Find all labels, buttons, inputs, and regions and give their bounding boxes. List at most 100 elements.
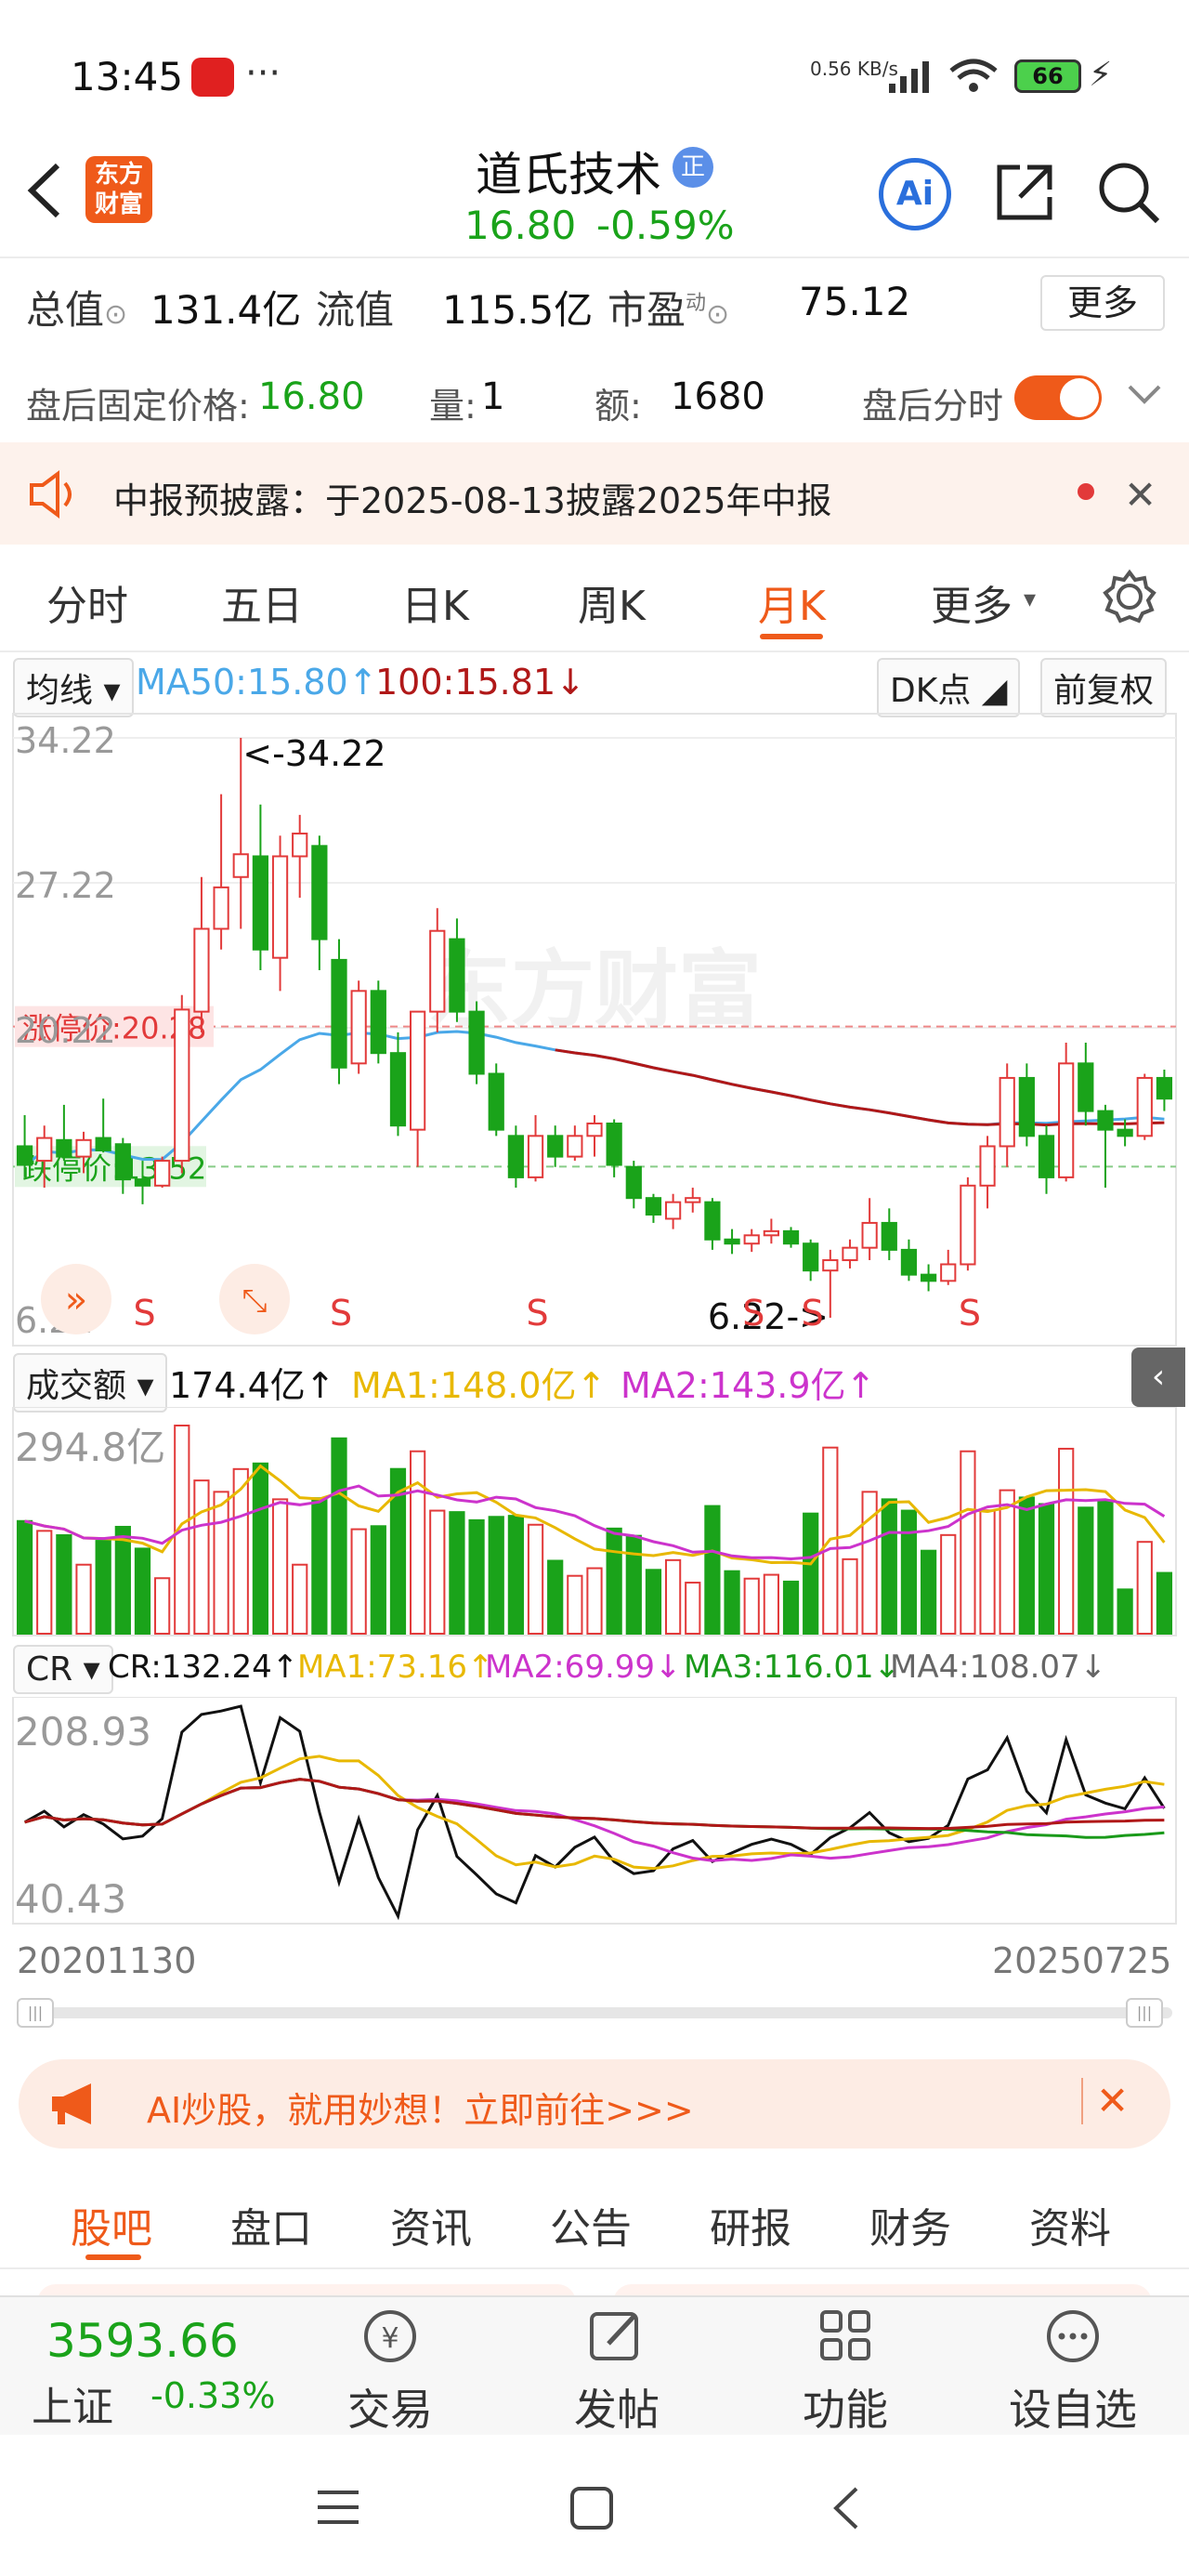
volume-bar-up xyxy=(960,1450,976,1635)
candle-down xyxy=(311,845,328,940)
cr-y-min: 40.43 xyxy=(15,1876,126,1922)
scroll-handle-left[interactable]: ||| xyxy=(17,1998,54,2028)
close-ad-icon[interactable]: ✕ xyxy=(1096,2078,1129,2123)
volume-y-max: 294.8亿 xyxy=(15,1425,165,1470)
info-tab[interactable]: 资料 xyxy=(1029,2195,1111,2254)
kline-chart[interactable]: 东方财富涨停价:20.28跌停价:13.5234.2227.2220.226.2… xyxy=(0,712,1189,1351)
index-value[interactable]: 3593.66 xyxy=(46,2314,239,2368)
period-tab[interactable]: 日K xyxy=(401,572,469,632)
volume-value: 174.4亿↑ xyxy=(169,1365,335,1406)
back-button[interactable] xyxy=(20,158,67,227)
back-nav-icon[interactable] xyxy=(827,2485,864,2535)
candle-up xyxy=(940,1263,957,1282)
float-value: 115.5亿 xyxy=(442,287,594,333)
info-tab[interactable]: 股吧 xyxy=(71,2195,152,2254)
settings-gear-icon[interactable] xyxy=(1102,569,1157,628)
candle-down xyxy=(803,1242,819,1272)
info-tab[interactable]: 公告 xyxy=(550,2195,632,2254)
candle-up xyxy=(586,1122,603,1137)
candle-down xyxy=(56,1138,72,1158)
period-tab[interactable]: 月K xyxy=(758,572,826,632)
period-tab[interactable]: 周K xyxy=(578,572,646,632)
candle-down xyxy=(606,1122,622,1166)
svg-text:¥: ¥ xyxy=(381,2322,399,2355)
volume-bar-down xyxy=(881,1498,897,1635)
pe-label: 市盈动⊙ xyxy=(608,287,730,333)
volume-selector[interactable]: 成交额 ▾ xyxy=(13,1353,167,1413)
candle-down xyxy=(547,1135,564,1158)
more-notifications-icon: ··· xyxy=(245,52,281,95)
scroll-handle-right[interactable]: ||| xyxy=(1126,1998,1163,2028)
s-signal-marker: S xyxy=(959,1293,981,1334)
volume-chart[interactable]: 294.8亿 xyxy=(0,1407,1189,1637)
info-tab[interactable]: 财务 xyxy=(869,2195,951,2254)
period-tab[interactable]: 分时 xyxy=(46,572,128,632)
ai-assistant-icon[interactable]: Ai xyxy=(879,158,951,230)
home-nav-icon[interactable] xyxy=(568,2485,615,2535)
add-watchlist-button[interactable]: 设自选 xyxy=(1003,2307,1143,2438)
cr-ma2: MA2:69.99↓ xyxy=(485,1649,682,1686)
index-change[interactable]: -0.33% xyxy=(150,2375,275,2416)
candle-up xyxy=(842,1246,858,1262)
period-tab-more[interactable]: 更多 xyxy=(931,572,1013,632)
function-button[interactable]: 功能 xyxy=(790,2307,901,2438)
candle-up xyxy=(410,1010,426,1131)
search-icon[interactable] xyxy=(1096,160,1161,229)
cr-selector[interactable]: CR ▾ xyxy=(13,1645,113,1694)
total-value-label: 总值⊙ xyxy=(26,287,128,333)
volume-bar-up xyxy=(350,1528,367,1635)
candle-up xyxy=(979,1145,996,1187)
close-notice-icon[interactable]: ✕ xyxy=(1124,472,1156,518)
period-tab[interactable]: 五日 xyxy=(221,572,303,632)
cr-chart[interactable]: 208.93 40.43 xyxy=(0,1697,1189,1925)
dk-point-button[interactable]: DK点 ◢ xyxy=(877,658,1021,717)
after-hours-toggle[interactable] xyxy=(1014,375,1102,420)
notice-text[interactable]: 中报预披露：于2025-08-13披露2025年中报 xyxy=(113,472,832,523)
volume-bar-down xyxy=(114,1525,131,1635)
ma-selector[interactable]: 均线 ▾ xyxy=(13,658,134,717)
info-tab[interactable]: 研报 xyxy=(710,2195,791,2254)
app-logo[interactable]: 东方财富 xyxy=(85,156,152,223)
ad-text[interactable]: AI炒股，就用妙想！立即前往>>> xyxy=(147,2082,694,2133)
trade-button[interactable]: ¥ 交易 xyxy=(334,2307,446,2438)
after-hours-amount-label: 额: xyxy=(594,386,642,427)
volume-bar-down xyxy=(782,1580,800,1636)
candle-up xyxy=(193,927,210,1013)
volume-bar-down xyxy=(803,1512,819,1635)
candle-down xyxy=(488,1072,504,1131)
post-label: 发帖 xyxy=(574,2385,660,2435)
volume-bar-down xyxy=(1097,1499,1114,1635)
expand-arrows-icon: ⤡ xyxy=(242,1282,267,1320)
candle-down xyxy=(389,1052,407,1127)
more-circle-icon xyxy=(1047,2310,1099,2362)
post-button[interactable]: 发帖 xyxy=(561,2307,673,2438)
volume-bar-up xyxy=(410,1450,426,1635)
menu-nav-icon[interactable] xyxy=(316,2487,360,2531)
chevron-down-icon: ▾ xyxy=(1024,585,1037,613)
volume-bar-up xyxy=(664,1558,682,1635)
more-stats-button[interactable]: 更多 xyxy=(1040,275,1165,331)
volume-bar-down xyxy=(547,1559,564,1635)
share-icon[interactable] xyxy=(992,160,1057,229)
volume-bar-up xyxy=(271,1498,289,1635)
candle-up xyxy=(154,1160,171,1187)
ad-divider xyxy=(1081,2078,1083,2124)
collapse-panel-icon[interactable]: ‹ xyxy=(1131,1347,1185,1407)
volume-bar-down xyxy=(488,1516,504,1635)
candle-down xyxy=(468,1010,485,1075)
active-tab-indicator xyxy=(760,634,823,639)
candle-up xyxy=(567,1135,583,1158)
info-tab[interactable]: 资讯 xyxy=(390,2195,472,2254)
yen-icon: ¥ xyxy=(364,2310,416,2362)
info-tab[interactable]: 盘口 xyxy=(230,2195,312,2254)
chevron-down-icon[interactable] xyxy=(1126,381,1163,413)
candle-down xyxy=(704,1201,721,1241)
ma100-value: 100:15.81↓ xyxy=(375,662,585,703)
adjust-price-button[interactable]: 前复权 xyxy=(1040,658,1168,717)
volume-bar-down xyxy=(704,1505,721,1636)
index-name[interactable]: 上证 xyxy=(32,2373,113,2433)
cr-line xyxy=(23,1704,1166,1921)
chart-scrollbar[interactable] xyxy=(17,2007,1172,2018)
volume-bar-up xyxy=(429,1509,446,1635)
volume-bar-down xyxy=(1038,1503,1055,1635)
